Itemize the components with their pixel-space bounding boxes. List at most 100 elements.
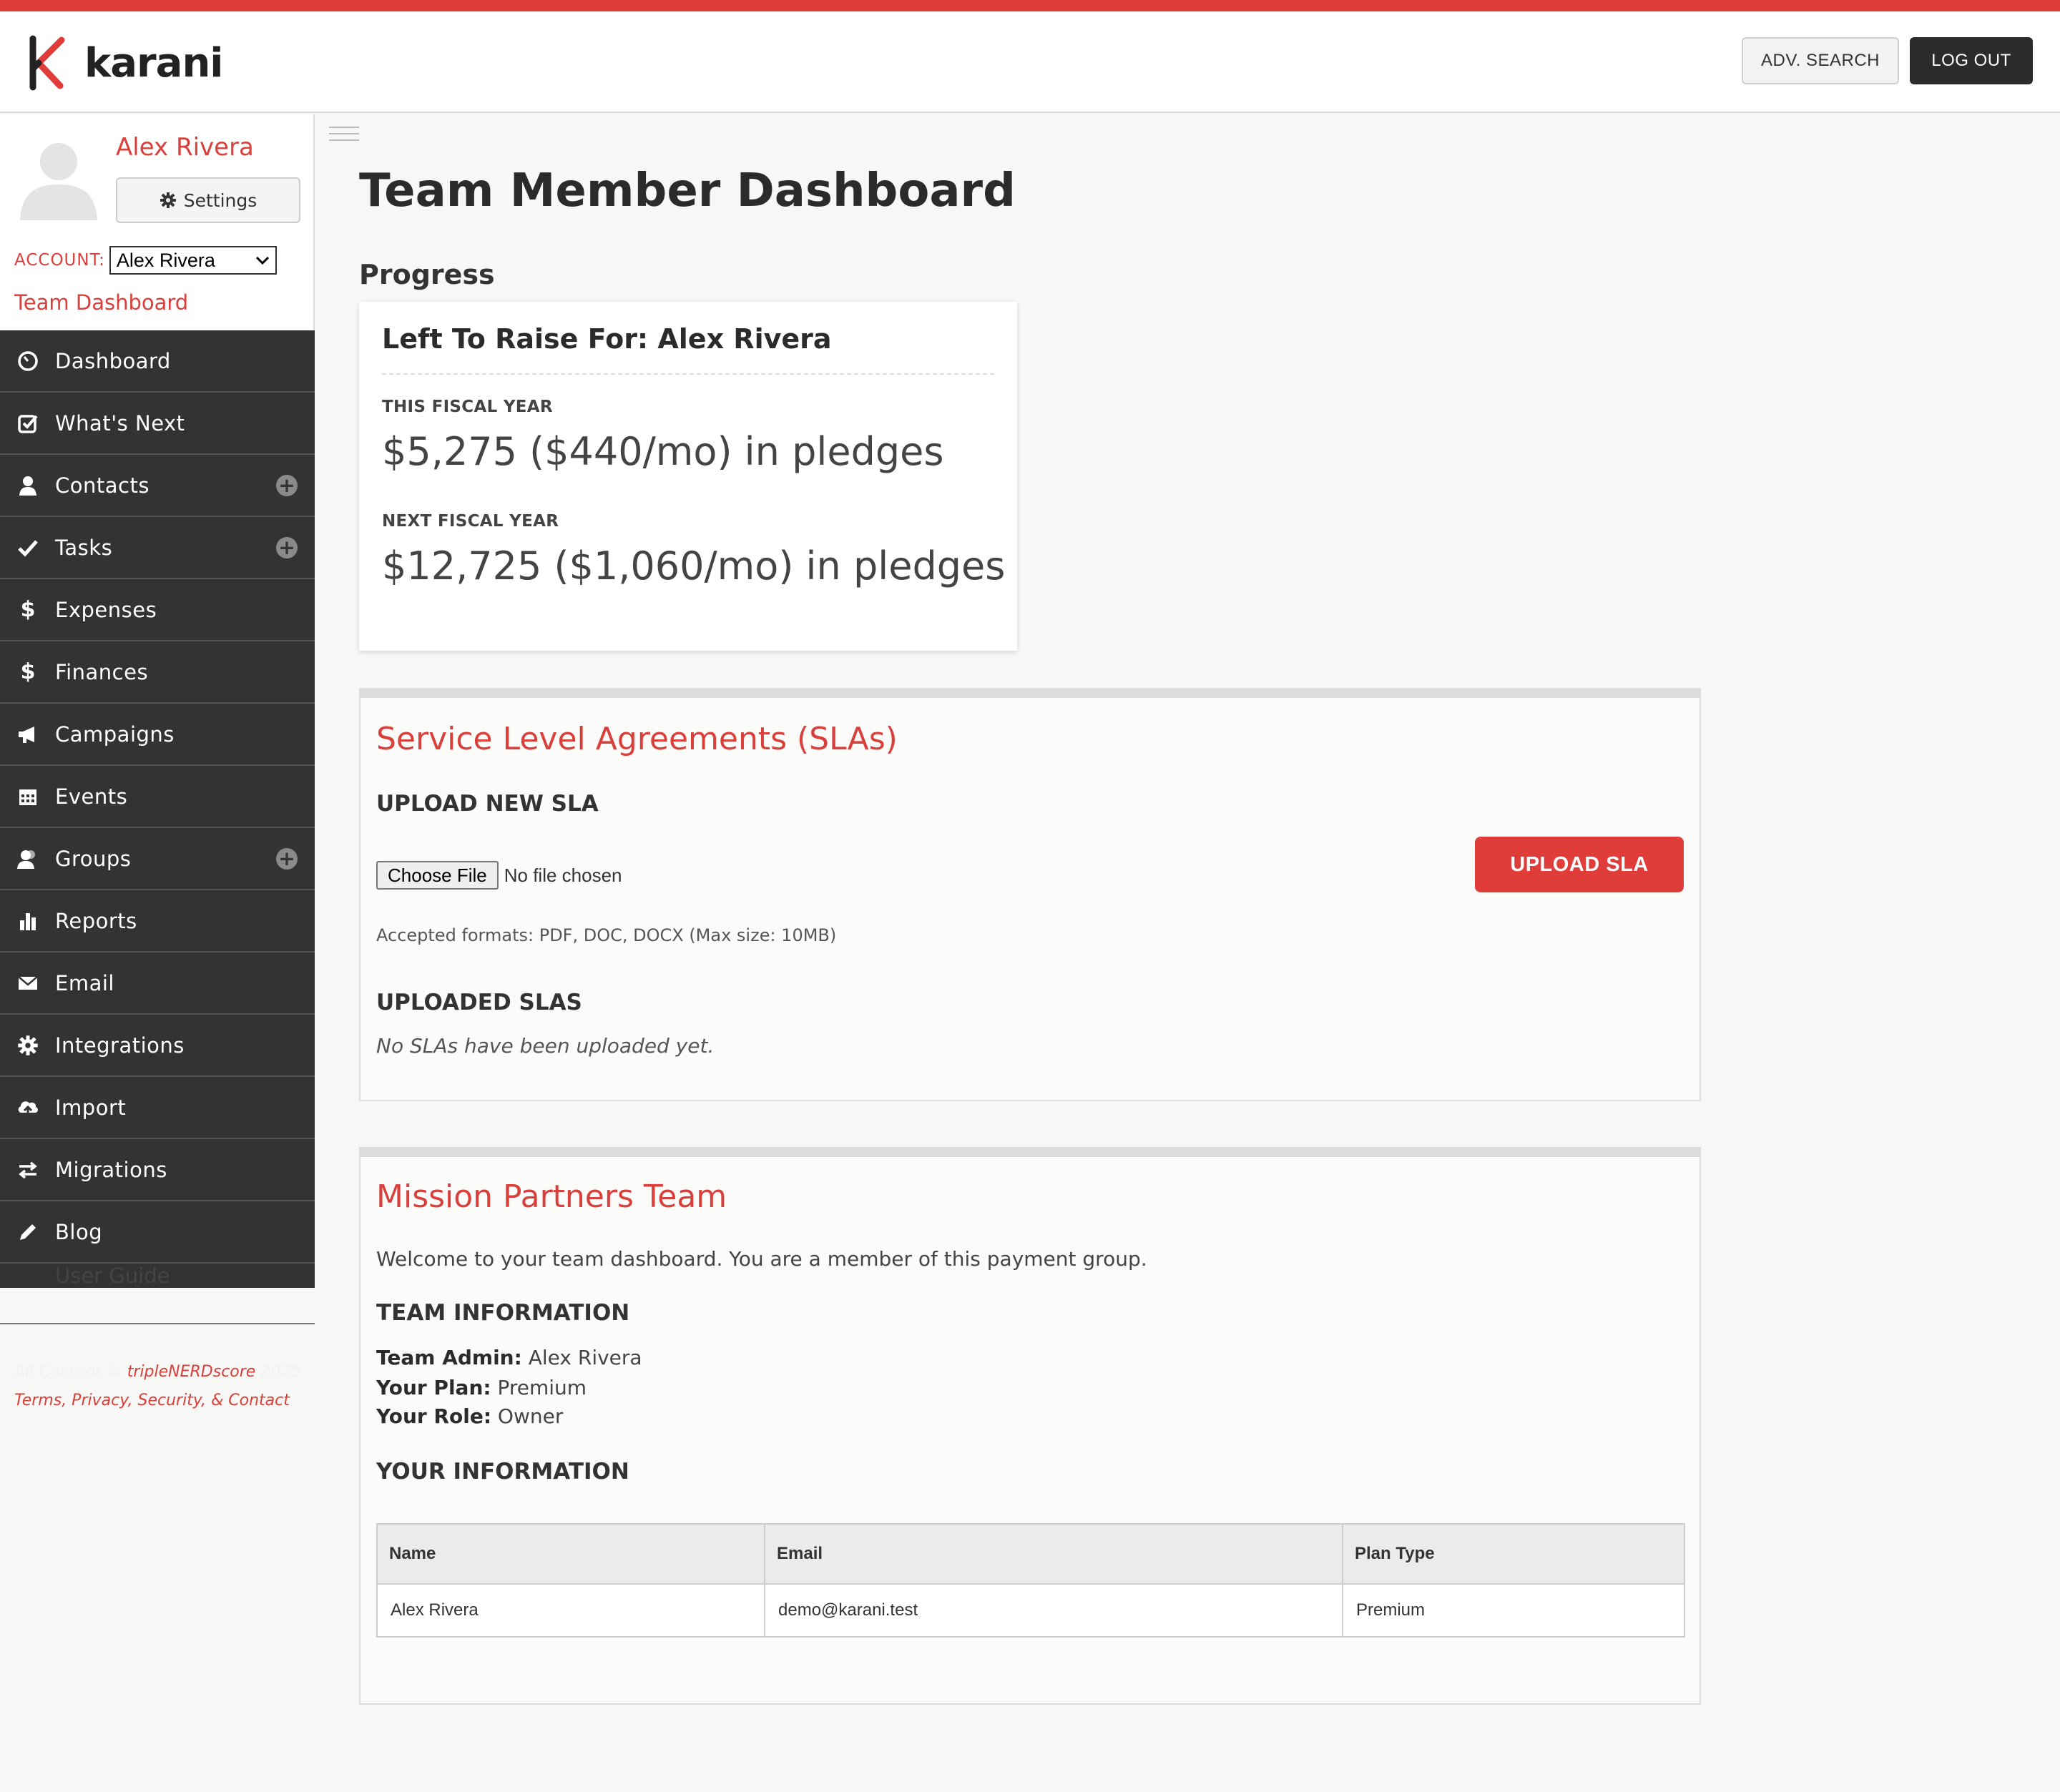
nav-label: Dashboard [55, 348, 171, 373]
role-value: Owner [497, 1404, 564, 1428]
nav-item-contacts[interactable]: Contacts + [0, 455, 315, 517]
team-info-heading: TEAM INFORMATION [376, 1300, 630, 1326]
dashboard-icon [16, 349, 40, 373]
footer-brand-link[interactable]: tripleNERDscore [127, 1363, 256, 1381]
nav-item-email[interactable]: Email [0, 952, 315, 1015]
profile-user-name[interactable]: Alex Rivera [116, 133, 254, 162]
chevron-down-icon [255, 256, 269, 265]
nav-label: Tasks [55, 535, 113, 560]
nav-label: Reports [55, 908, 137, 933]
karani-logo[interactable]: karani [23, 34, 223, 92]
check-square-icon [16, 411, 40, 435]
nav-item-blog[interactable]: Blog [0, 1201, 315, 1264]
megaphone-icon [16, 722, 40, 747]
nav-item-import[interactable]: Import [0, 1077, 315, 1139]
cell-name: Alex Rivera [376, 1583, 765, 1638]
nav-item-migrations[interactable]: Migrations [0, 1139, 315, 1201]
team-welcome-text: Welcome to your team dashboard. You are … [376, 1247, 1147, 1271]
adv-search-button[interactable]: ADV. SEARCH [1742, 37, 1899, 84]
add-contact-button[interactable]: + [276, 474, 298, 496]
account-selected-value: Alex Rivera [116, 249, 215, 271]
next-fiscal-year-label: NEXT FISCAL YEAR [382, 512, 559, 531]
accepted-formats-note: Accepted formats: PDF, DOC, DOCX (Max si… [376, 925, 837, 945]
nav-label: Blog [55, 1219, 103, 1244]
table-header-row: Name Email Plan Type [376, 1523, 1685, 1585]
bar-chart-icon [16, 909, 40, 933]
sidebar-toggle-icon[interactable] [329, 126, 359, 142]
nav-label: Expenses [55, 597, 157, 622]
cloud-upload-icon [16, 1096, 40, 1120]
nav-item-reports[interactable]: Reports [0, 890, 315, 952]
karani-logo-icon [29, 35, 65, 91]
nav-label: Contacts [55, 473, 149, 498]
nav-item-dashboard[interactable]: Dashboard [0, 330, 315, 393]
gear-icon [160, 192, 176, 208]
nav-label: Integrations [55, 1033, 185, 1058]
sidebar-divider [0, 1323, 315, 1324]
this-fiscal-year-label: THIS FISCAL YEAR [382, 398, 553, 416]
top-accent-stripe [0, 0, 2060, 11]
column-header-email: Email [764, 1523, 1343, 1585]
file-input: Choose File No file chosen [376, 861, 622, 890]
envelope-icon [16, 971, 40, 995]
role-line: Your Role: Owner [376, 1404, 563, 1428]
team-panel: Mission Partners Team Welcome to your te… [359, 1147, 1701, 1705]
footer-legal-link[interactable]: Terms, Privacy, Security, & Contact [14, 1392, 290, 1409]
avatar[interactable] [14, 132, 103, 220]
nav-label: Events [55, 784, 128, 809]
add-task-button[interactable]: + [276, 536, 298, 558]
nav-label: Campaigns [55, 722, 175, 747]
footer-prefix: All Content © [14, 1363, 122, 1381]
logo-text: karani [84, 39, 223, 87]
account-row: ACCOUNT: Alex Rivera [14, 246, 277, 275]
plan-label: Your Plan: [376, 1376, 491, 1399]
role-label: Your Role: [376, 1404, 492, 1428]
nav-label: Email [55, 970, 114, 995]
team-title: Mission Partners Team [376, 1178, 727, 1215]
no-file-chosen-text: No file chosen [504, 864, 622, 886]
account-select[interactable]: Alex Rivera [109, 246, 277, 275]
your-info-table: Name Email Plan Type Alex Rivera demo@ka… [376, 1523, 1685, 1638]
upload-sla-heading: UPLOAD NEW SLA [376, 791, 599, 817]
choose-file-button[interactable]: Choose File [376, 861, 499, 890]
progress-card-divider [382, 373, 994, 375]
progress-heading: Progress [359, 259, 495, 290]
your-info-heading: YOUR INFORMATION [376, 1459, 629, 1485]
nav-label: Groups [55, 846, 132, 871]
nav-item-events[interactable]: Events [0, 766, 315, 828]
team-admin-label: Team Admin: [376, 1346, 522, 1369]
nav-item-groups[interactable]: Groups + [0, 828, 315, 890]
nav-item-finances[interactable]: $ Finances [0, 641, 315, 704]
nav-item-campaigns[interactable]: Campaigns [0, 704, 315, 766]
plan-line: Your Plan: Premium [376, 1376, 587, 1399]
sla-title: Service Level Agreements (SLAs) [376, 721, 898, 757]
nav-item-user-guide[interactable]: User Guide [0, 1264, 315, 1288]
logout-button[interactable]: LOG OUT [1910, 37, 2033, 84]
progress-card-title: Left To Raise For: Alex Rivera [382, 323, 832, 355]
footer-copyright: All Content © tripleNERDscore 2025 [14, 1363, 300, 1381]
column-header-name: Name [376, 1523, 765, 1585]
nav-item-expenses[interactable]: $ Expenses [0, 579, 315, 641]
cell-email: demo@karani.test [764, 1583, 1343, 1638]
this-fiscal-year-value: $5,275 ($440/mo) in pledges [382, 429, 944, 474]
dollar-icon: $ [20, 597, 36, 622]
uploaded-slas-heading: UPLOADED SLAS [376, 990, 582, 1015]
pencil-icon [16, 1220, 40, 1244]
settings-button[interactable]: Settings [116, 177, 300, 223]
nav-item-integrations[interactable]: Integrations [0, 1015, 315, 1077]
team-dashboard-link[interactable]: Team Dashboard [14, 290, 188, 315]
app-header: karani ADV. SEARCH LOG OUT [0, 11, 2060, 113]
settings-label: Settings [183, 189, 258, 211]
upload-sla-button[interactable]: UPLOAD SLA [1475, 837, 1684, 892]
add-group-button[interactable]: + [276, 847, 298, 870]
team-admin-line: Team Admin: Alex Rivera [376, 1346, 642, 1369]
gear-icon [16, 1033, 40, 1058]
nav-item-tasks[interactable]: Tasks + [0, 517, 315, 579]
nav-label: What's Next [55, 410, 185, 435]
dollar-icon: $ [20, 659, 36, 684]
nav-label: User Guide [55, 1264, 170, 1288]
team-admin-value: Alex Rivera [528, 1346, 642, 1369]
nav-item-whats-next[interactable]: What's Next [0, 393, 315, 455]
sidebar: Alex Rivera Settings ACCOUNT: Alex River… [0, 114, 315, 1792]
nav-label: Finances [55, 659, 149, 684]
